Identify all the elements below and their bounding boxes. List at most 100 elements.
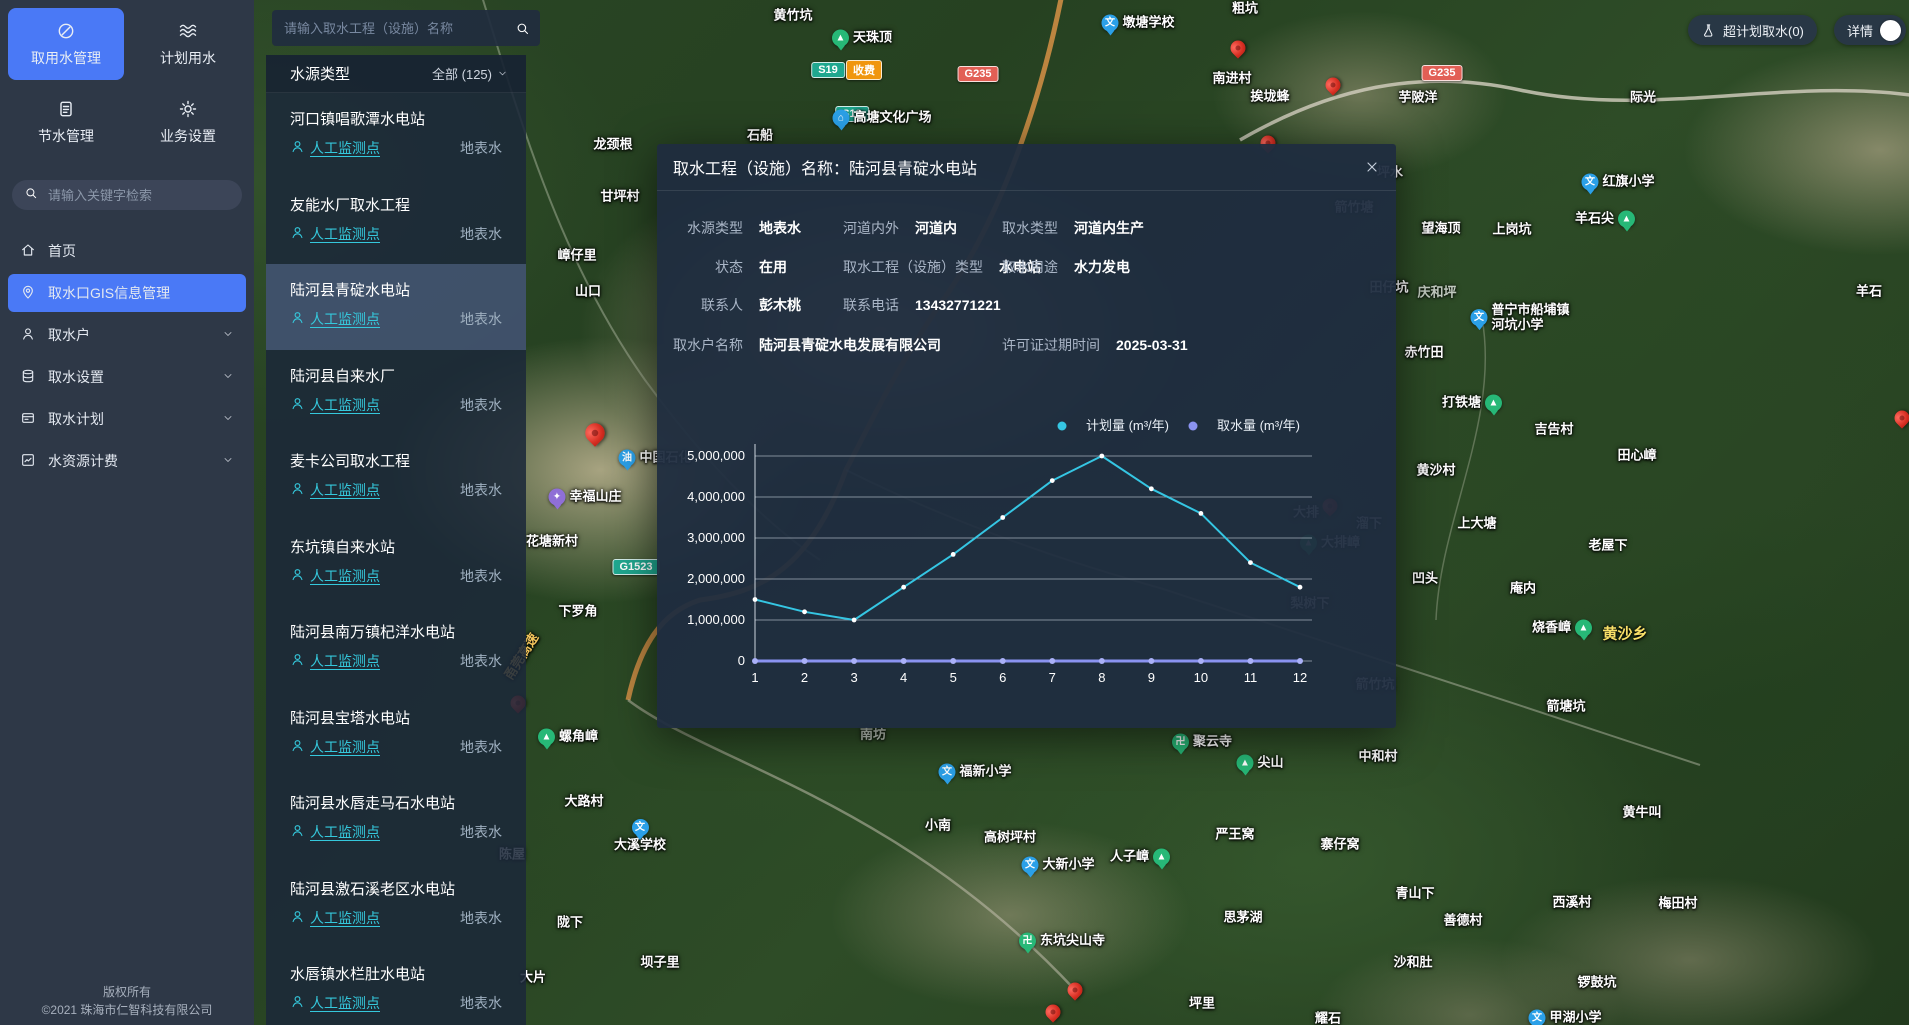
monitor-type-link[interactable]: 人工监测点 <box>310 822 380 842</box>
monitor-type-link[interactable]: 人工监测点 <box>310 908 380 928</box>
poi-scenic-icon[interactable]: ▲ <box>1575 620 1592 637</box>
poi-school-icon[interactable]: 文 <box>1528 1010 1545 1025</box>
poi-scenic-icon[interactable]: ▲ <box>1618 211 1635 228</box>
map-label-text: 大新小学 <box>1042 858 1094 873</box>
red-pin-icon[interactable] <box>1042 1001 1063 1022</box>
poi-school-icon[interactable]: 文 <box>1101 15 1118 32</box>
sidebar-item-label: 首页 <box>48 241 76 261</box>
red-pin-marker[interactable] <box>1068 983 1083 998</box>
monitor-type-link[interactable]: 人工监测点 <box>310 566 380 586</box>
list-item[interactable]: 河口镇唱歌潭水电站人工监测点地表水 <box>266 93 526 179</box>
menu-tile-meter[interactable]: 取用水管理 <box>8 8 124 80</box>
list-item[interactable]: 陆河县激石溪老区水电站人工监测点地表水 <box>266 863 526 949</box>
station-meta: 人工监测点地表水 <box>290 908 502 928</box>
map-label[interactable]: 卍聚云寺 <box>1172 734 1232 751</box>
map-label[interactable]: 烧香嶂▲ <box>1532 620 1592 637</box>
list-item[interactable]: 陆河县宝塔水电站人工监测点地表水 <box>266 692 526 778</box>
field-value: 彭木桃 <box>759 295 801 315</box>
map-label[interactable]: 文大新小学 <box>1021 857 1094 874</box>
sidebar-item-home[interactable]: 首页 <box>8 232 246 270</box>
poi-school-icon[interactable]: 文 <box>1581 174 1598 191</box>
menu-tile-gear[interactable]: 业务设置 <box>130 86 246 158</box>
map-label[interactable]: ▲螺角嶂 <box>538 729 598 746</box>
list-item[interactable]: 东坑镇自来水站人工监测点地表水 <box>266 521 526 607</box>
map-label[interactable]: 文普宁市船埔镇 河坑小学 <box>1470 303 1569 333</box>
map-label[interactable]: 文大溪学校 <box>614 819 666 853</box>
poi-school-icon[interactable]: ⌂ <box>832 110 849 127</box>
red-pin-icon[interactable] <box>1891 407 1909 428</box>
svg-text:2: 2 <box>801 670 808 685</box>
map-label[interactable]: 人子嶂▲ <box>1110 849 1170 866</box>
poi-school-icon[interactable]: 油 <box>618 450 635 467</box>
red-pin-marker[interactable] <box>1895 411 1909 426</box>
monitor-type-link[interactable]: 人工监测点 <box>310 651 380 671</box>
monitor-type-link[interactable]: 人工监测点 <box>310 138 380 158</box>
monitor-type-link[interactable]: 人工监测点 <box>310 993 380 1013</box>
monitor-type-link[interactable]: 人工监测点 <box>310 224 380 244</box>
monitor-type-link[interactable]: 人工监测点 <box>310 395 380 415</box>
list-item[interactable]: 水唇镇水栏肚水电站人工监测点地表水 <box>266 948 526 1025</box>
map-label-text: 老屋下 <box>1588 539 1627 554</box>
poi-school-icon[interactable]: 文 <box>1470 310 1487 327</box>
keyword-search-input[interactable] <box>46 187 230 204</box>
menu-tile-waves[interactable]: 计划用水 <box>130 8 246 80</box>
monitor-type-link[interactable]: 人工监测点 <box>310 480 380 500</box>
poi-scenic-icon[interactable]: ▲ <box>1485 395 1502 412</box>
poi-resort-icon[interactable]: ✦ <box>548 489 565 506</box>
poi-school-icon[interactable]: 文 <box>1021 857 1038 874</box>
map-label[interactable]: ▲尖山 <box>1236 755 1283 772</box>
list-item[interactable]: 陆河县青碇水电站人工监测点地表水 <box>266 264 526 350</box>
map-label[interactable]: 文福新小学 <box>938 764 1011 781</box>
search-icon[interactable] <box>515 21 530 36</box>
red-pin-marker[interactable] <box>588 426 603 441</box>
station-search-input[interactable] <box>282 20 515 37</box>
red-pin-marker[interactable] <box>1326 78 1341 93</box>
red-pin-icon[interactable] <box>1227 37 1248 58</box>
sidebar-item-user[interactable]: 取水户 <box>8 316 246 354</box>
red-pin-icon[interactable] <box>1322 74 1343 95</box>
map-label[interactable]: 文墩塘学校 <box>1101 15 1174 32</box>
source-type-filter[interactable]: 全部 (125) <box>432 64 508 83</box>
map-label[interactable]: 文红旗小学 <box>1581 174 1654 191</box>
close-icon[interactable] <box>1364 159 1380 175</box>
map-label-text: 上岗坑 <box>1492 223 1531 238</box>
map-label[interactable]: 打铁塘▲ <box>1442 395 1502 412</box>
poi-school-icon[interactable]: 文 <box>938 764 955 781</box>
map-label-text: 黄沙乡 <box>1602 625 1647 642</box>
list-item[interactable]: 陆河县南万镇杞洋水电站人工监测点地表水 <box>266 606 526 692</box>
monitor-type-link[interactable]: 人工监测点 <box>310 309 380 329</box>
list-item[interactable]: 陆河县自来水厂人工监测点地表水 <box>266 350 526 436</box>
poi-school-icon[interactable]: 文 <box>631 819 648 836</box>
menu-tile-doc[interactable]: 节水管理 <box>8 86 124 158</box>
list-item[interactable]: 友能水厂取水工程人工监测点地表水 <box>266 179 526 265</box>
poi-scenic-icon[interactable]: 卍 <box>1172 734 1189 751</box>
sidebar-item-pin[interactable]: 取水口GIS信息管理 <box>8 274 246 312</box>
poi-scenic-icon[interactable]: ▲ <box>832 30 849 47</box>
monitor-type-link[interactable]: 人工监测点 <box>310 737 380 757</box>
list-item[interactable]: 麦卡公司取水工程人工监测点地表水 <box>266 435 526 521</box>
map-label[interactable]: 卍东坑尖山寺 <box>1019 933 1105 950</box>
map-label: 羊石 <box>1856 285 1882 300</box>
red-pin-marker[interactable] <box>1046 1005 1061 1020</box>
map-label[interactable]: 羊石尖▲ <box>1575 211 1635 228</box>
field-label: 许可证过期时间 <box>1002 335 1100 355</box>
map-label[interactable]: ✦幸福山庄 <box>548 489 621 506</box>
field-label: 取水工程（设施）类型 <box>843 257 983 277</box>
toggle-knob-icon[interactable] <box>1880 20 1901 41</box>
red-pin-marker[interactable] <box>1231 41 1246 56</box>
map-label[interactable]: ⌂高塘文化广场 <box>832 110 931 127</box>
list-item[interactable]: 陆河县水唇走马石水电站人工监测点地表水 <box>266 777 526 863</box>
detail-toggle[interactable]: 详情 <box>1834 15 1906 45</box>
poi-scenic-icon[interactable]: ▲ <box>1153 849 1170 866</box>
poi-scenic-icon[interactable]: 卍 <box>1019 933 1036 950</box>
sidebar-item-card[interactable]: 取水计划 <box>8 400 246 438</box>
red-pin-icon[interactable] <box>1064 979 1085 1000</box>
map-label[interactable]: ▲天珠顶 <box>832 30 892 47</box>
over-plan-intake-button[interactable]: 超计划取水(0) <box>1688 15 1817 45</box>
map-label-text: 下罗角 <box>558 605 597 620</box>
map-label[interactable]: 文甲湖小学 <box>1528 1010 1601 1025</box>
sidebar-item-db[interactable]: 取水设置 <box>8 358 246 396</box>
sidebar-item-chart[interactable]: 水资源计费 <box>8 442 246 480</box>
poi-scenic-icon[interactable]: ▲ <box>1236 755 1253 772</box>
poi-scenic-icon[interactable]: ▲ <box>538 729 555 746</box>
